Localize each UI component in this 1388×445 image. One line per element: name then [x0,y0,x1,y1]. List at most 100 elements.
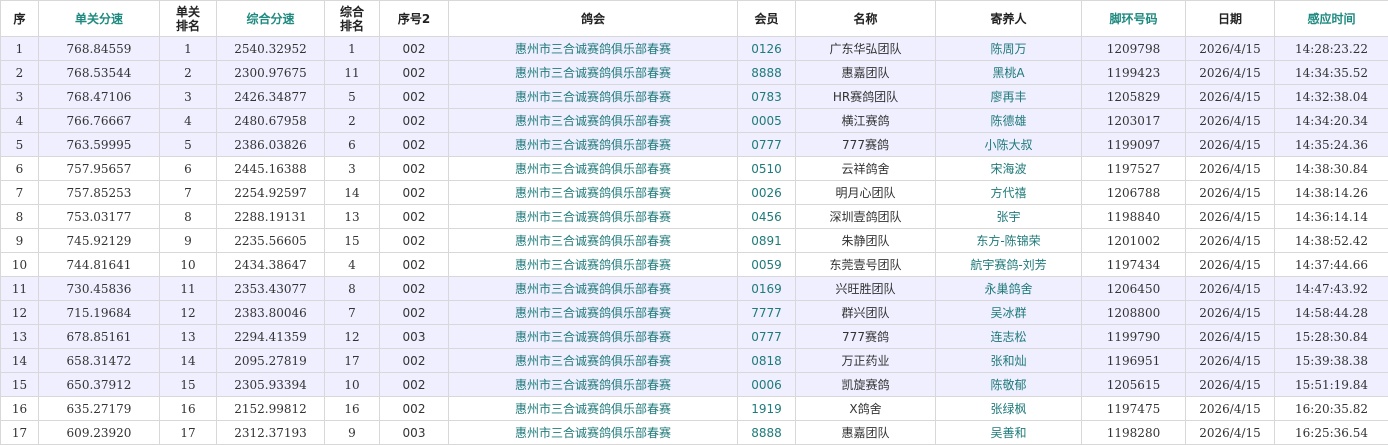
member-link[interactable]: 0783 [738,85,796,109]
fosterer-link[interactable]: 小陈大叔 [936,133,1082,157]
member-link[interactable]: 0169 [738,277,796,301]
arrival-time: 16:20:35.82 [1275,397,1388,421]
single-rank: 10 [160,253,217,277]
arrival-time: 14:28:23.22 [1275,37,1388,61]
single-speed: 635.27179 [39,397,160,421]
club-link[interactable]: 惠州市三合诚赛鸽俱乐部春赛 [449,157,738,181]
header-single-speed[interactable]: 单关分速 [39,1,160,37]
member-link[interactable]: 7777 [738,301,796,325]
member-link[interactable]: 0456 [738,205,796,229]
arrival-time: 15:39:38.38 [1275,349,1388,373]
single-rank: 3 [160,85,217,109]
header-total-speed[interactable]: 综合分速 [217,1,325,37]
fosterer-link[interactable]: 张宇 [936,205,1082,229]
fosterer-link[interactable]: 宋海波 [936,157,1082,181]
single-speed: 757.95657 [39,157,160,181]
fosterer-link[interactable]: 陈周万 [936,37,1082,61]
table-row: 4766.7666742480.679582002惠州市三合诚赛鸽俱乐部春赛00… [1,109,1388,133]
club-link[interactable]: 惠州市三合诚赛鸽俱乐部春赛 [449,205,738,229]
club-link[interactable]: 惠州市三合诚赛鸽俱乐部春赛 [449,109,738,133]
total-rank: 12 [325,325,380,349]
total-rank: 7 [325,301,380,325]
club-link[interactable]: 惠州市三合诚赛鸽俱乐部春赛 [449,421,738,445]
club-link[interactable]: 惠州市三合诚赛鸽俱乐部春赛 [449,301,738,325]
fosterer-link[interactable]: 张绿枫 [936,397,1082,421]
member-link[interactable]: 0005 [738,109,796,133]
single-rank: 15 [160,373,217,397]
club-link[interactable]: 惠州市三合诚赛鸽俱乐部春赛 [449,253,738,277]
fosterer-link[interactable]: 吴冰群 [936,301,1082,325]
row-index: 3 [1,85,39,109]
club-link[interactable]: 惠州市三合诚赛鸽俱乐部春赛 [449,181,738,205]
header-arrival-time[interactable]: 感应时间 [1275,1,1388,37]
team-name: X鸽舍 [796,397,936,421]
arrival-time: 14:38:14.26 [1275,181,1388,205]
member-link[interactable]: 8888 [738,421,796,445]
fosterer-link[interactable]: 陈德雄 [936,109,1082,133]
arrival-time: 14:47:43.92 [1275,277,1388,301]
ring-number: 1209798 [1082,37,1186,61]
member-link[interactable]: 0059 [738,253,796,277]
fosterer-link[interactable]: 永巢鸽舍 [936,277,1082,301]
ring-number: 1208800 [1082,301,1186,325]
table-row: 7757.8525372254.9259714002惠州市三合诚赛鸽俱乐部春赛0… [1,181,1388,205]
single-rank: 11 [160,277,217,301]
member-link[interactable]: 0777 [738,133,796,157]
fosterer-link[interactable]: 黑桃A [936,61,1082,85]
club-link[interactable]: 惠州市三合诚赛鸽俱乐部春赛 [449,61,738,85]
member-link[interactable]: 1919 [738,397,796,421]
seq2: 002 [380,37,449,61]
total-rank: 9 [325,421,380,445]
date: 2026/4/15 [1186,277,1275,301]
row-index: 1 [1,37,39,61]
member-link[interactable]: 0891 [738,229,796,253]
total-speed: 2480.67958 [217,109,325,133]
fosterer-link[interactable]: 陈敬郁 [936,373,1082,397]
row-index: 12 [1,301,39,325]
total-speed: 2426.34877 [217,85,325,109]
member-link[interactable]: 0126 [738,37,796,61]
date: 2026/4/15 [1186,397,1275,421]
ring-number: 1197434 [1082,253,1186,277]
seq2: 002 [380,301,449,325]
table-row: 16635.27179162152.9981216002惠州市三合诚赛鸽俱乐部春… [1,397,1388,421]
arrival-time: 14:58:44.28 [1275,301,1388,325]
total-rank: 10 [325,373,380,397]
member-link[interactable]: 0818 [738,349,796,373]
ring-number: 1199423 [1082,61,1186,85]
fosterer-link[interactable]: 张和灿 [936,349,1082,373]
club-link[interactable]: 惠州市三合诚赛鸽俱乐部春赛 [449,349,738,373]
club-link[interactable]: 惠州市三合诚赛鸽俱乐部春赛 [449,85,738,109]
header-index: 序 [1,1,39,37]
member-link[interactable]: 0006 [738,373,796,397]
fosterer-link[interactable]: 东方-陈锦荣 [936,229,1082,253]
club-link[interactable]: 惠州市三合诚赛鸽俱乐部春赛 [449,37,738,61]
club-link[interactable]: 惠州市三合诚赛鸽俱乐部春赛 [449,133,738,157]
team-name: 东莞壹号团队 [796,253,936,277]
club-link[interactable]: 惠州市三合诚赛鸽俱乐部春赛 [449,277,738,301]
ring-number: 1206450 [1082,277,1186,301]
row-index: 13 [1,325,39,349]
single-speed: 658.31472 [39,349,160,373]
row-index: 17 [1,421,39,445]
member-link[interactable]: 0026 [738,181,796,205]
fosterer-link[interactable]: 方代禧 [936,181,1082,205]
member-link[interactable]: 0510 [738,157,796,181]
fosterer-link[interactable]: 廖再丰 [936,85,1082,109]
single-speed: 744.81641 [39,253,160,277]
club-link[interactable]: 惠州市三合诚赛鸽俱乐部春赛 [449,373,738,397]
club-link[interactable]: 惠州市三合诚赛鸽俱乐部春赛 [449,229,738,253]
seq2: 002 [380,85,449,109]
club-link[interactable]: 惠州市三合诚赛鸽俱乐部春赛 [449,325,738,349]
date: 2026/4/15 [1186,421,1275,445]
member-link[interactable]: 8888 [738,61,796,85]
fosterer-link[interactable]: 航宇赛鸽-刘芳 [936,253,1082,277]
fosterer-link[interactable]: 连志松 [936,325,1082,349]
member-link[interactable]: 0777 [738,325,796,349]
fosterer-link[interactable]: 吴善和 [936,421,1082,445]
date: 2026/4/15 [1186,61,1275,85]
header-ring-number[interactable]: 脚环号码 [1082,1,1186,37]
table-row: 14658.31472142095.2781917002惠州市三合诚赛鸽俱乐部春… [1,349,1388,373]
club-link[interactable]: 惠州市三合诚赛鸽俱乐部春赛 [449,397,738,421]
single-speed: 730.45836 [39,277,160,301]
